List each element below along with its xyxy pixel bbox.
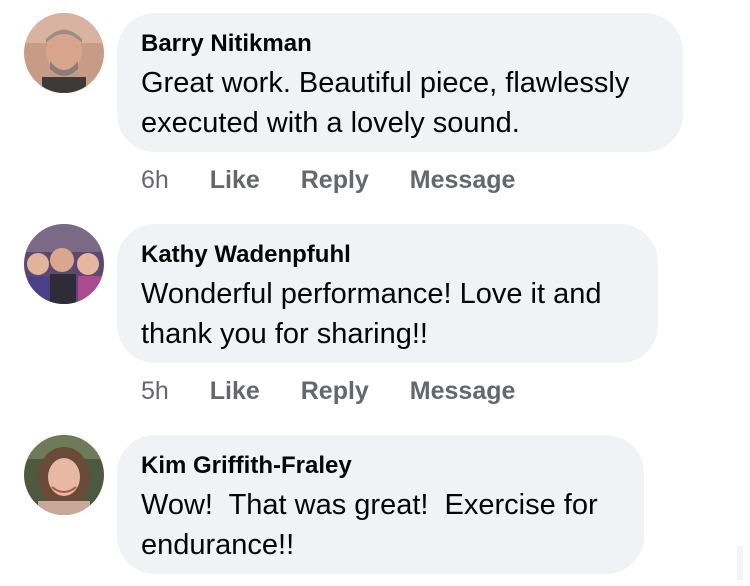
reply-button[interactable]: Reply [301, 165, 369, 195]
like-button[interactable]: Like [210, 376, 260, 406]
reply-button[interactable]: Reply [301, 376, 369, 406]
comment-actions: 6h Like Reply Message [141, 165, 549, 195]
avatar[interactable] [24, 13, 104, 93]
message-button[interactable]: Message [410, 376, 516, 406]
comment-timestamp[interactable]: 6h [141, 165, 169, 195]
comment-author[interactable]: Kim Griffith-Fraley [141, 451, 620, 481]
comment-text: Wow! That was great! Exercise for endura… [141, 489, 606, 561]
comment-text: Great work. Beautiful piece, flawlessly … [141, 67, 630, 139]
avatar[interactable] [24, 224, 104, 304]
comment-bubble: Kathy Wadenpfuhl Wonderful performance! … [117, 224, 658, 363]
comment-timestamp[interactable]: 5h [141, 376, 169, 406]
comment-author[interactable]: Kathy Wadenpfuhl [141, 240, 634, 270]
comment-author[interactable]: Barry Nitikman [141, 29, 659, 59]
comment-text: Wonderful performance! Love it and thank… [141, 278, 602, 350]
comment-actions: 5h Like Reply Message [141, 376, 549, 406]
comment-bubble: Barry Nitikman Great work. Beautiful pie… [117, 13, 683, 152]
comment-bubble: Kim Griffith-Fraley Wow! That was great!… [117, 435, 644, 574]
like-button[interactable]: Like [210, 165, 260, 195]
scrollbar[interactable] [737, 546, 743, 580]
message-button[interactable]: Message [410, 165, 516, 195]
avatar[interactable] [24, 435, 104, 515]
